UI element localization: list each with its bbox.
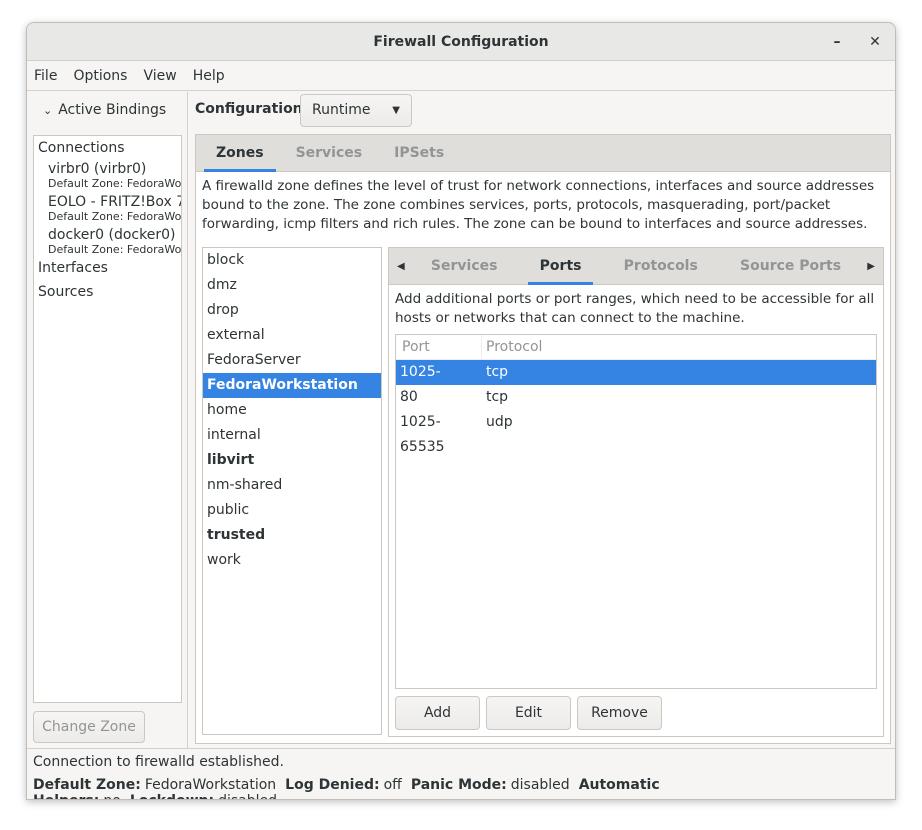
tab-zone-services[interactable]: Services	[415, 248, 514, 285]
tab-zone-protocols[interactable]: Protocols	[608, 248, 714, 285]
binding-item[interactable]: EOLO - FRITZ!Box 7590Default Zone: Fedor…	[34, 190, 181, 223]
tab-ipsets[interactable]: IPSets	[378, 135, 460, 172]
status-key: Log Denied:	[285, 777, 380, 793]
scroll-right-icon[interactable]: ▶	[867, 261, 883, 272]
table-row[interactable]: 1025-65535 udp	[396, 410, 876, 455]
title-bar: Firewall Configuration – ✕	[27, 23, 895, 61]
main-notebook: Zones Services IPSets A firewalld zone d…	[195, 134, 891, 744]
menu-options[interactable]: Options	[73, 68, 127, 84]
status-value: disabled	[510, 777, 570, 793]
zone-item[interactable]: drop	[203, 298, 381, 323]
status-value: no	[103, 793, 120, 799]
status-value: FedoraWorkstation	[144, 777, 277, 793]
tab-zone-source-ports[interactable]: Source Ports	[724, 248, 857, 285]
menu-help[interactable]: Help	[193, 68, 225, 84]
add-button[interactable]: Add	[395, 696, 480, 730]
zone-item[interactable]: public	[203, 498, 381, 523]
status-key: Default Zone:	[33, 777, 141, 793]
minimize-button[interactable]: –	[825, 23, 849, 61]
status-value: off	[383, 777, 402, 793]
zone-item[interactable]: FedoraWorkstation	[203, 373, 381, 398]
bindings-connections[interactable]: Connections	[34, 136, 181, 161]
zone-item[interactable]: internal	[203, 423, 381, 448]
table-header: Port Protocol	[396, 335, 876, 360]
zone-list[interactable]: block dmz drop external FedoraServer FedoraWo…	[202, 247, 382, 735]
zone-item[interactable]: home	[203, 398, 381, 423]
window-title: Firewall Configuration	[373, 34, 549, 50]
status-message: Connection to firewalld established.	[33, 754, 284, 770]
zone-item[interactable]: FedoraServer	[203, 348, 381, 373]
configuration-dropdown[interactable]: Runtime ▼	[300, 94, 412, 127]
zone-item[interactable]: trusted	[203, 523, 381, 548]
zone-settings-notebook: ◀ Services Ports Protocols Source Ports …	[388, 247, 884, 737]
binding-item[interactable]: virbr0 (virbr0)Default Zone: FedoraWorks…	[34, 161, 181, 190]
bindings-interfaces[interactable]: Interfaces	[34, 256, 181, 281]
table-row[interactable]: 80 tcp	[396, 385, 876, 410]
menu-bar: File Options View Help	[27, 61, 895, 91]
remove-button[interactable]: Remove	[577, 696, 662, 730]
zone-item[interactable]: work	[203, 548, 381, 573]
port-cell: 1025-65535	[400, 414, 445, 455]
change-zone-button[interactable]: Change Zone	[33, 711, 145, 743]
zone-item[interactable]: block	[203, 248, 381, 273]
zone-description: A firewalld zone defines the level of tr…	[202, 178, 875, 232]
column-protocol[interactable]: Protocol	[482, 335, 542, 359]
sidebar: ⌄ Active Bindings Connections virbr0 (vir…	[27, 92, 188, 748]
status-value: disabled	[218, 793, 277, 799]
port-cell: 80	[400, 389, 418, 405]
menu-file[interactable]: File	[34, 68, 57, 84]
zone-item[interactable]: nm-shared	[203, 473, 381, 498]
edit-button[interactable]: Edit	[486, 696, 571, 730]
ports-description: Add additional ports or port ranges, whi…	[395, 291, 875, 326]
status-key: Lockdown:	[130, 793, 214, 799]
zone-item[interactable]: external	[203, 323, 381, 348]
chevron-down-icon: ⌄	[43, 104, 53, 117]
menu-view[interactable]: View	[143, 68, 176, 84]
caret-down-icon: ▼	[392, 105, 400, 116]
scroll-left-icon[interactable]: ◀	[389, 261, 405, 272]
zone-item[interactable]: dmz	[203, 273, 381, 298]
protocol-cell: udp	[486, 414, 513, 430]
active-bindings-toggle[interactable]: ⌄ Active Bindings	[43, 102, 166, 118]
tab-zone-ports[interactable]: Ports	[524, 248, 598, 285]
protocol-cell: tcp	[486, 389, 509, 405]
tab-zones[interactable]: Zones	[200, 135, 280, 172]
active-bindings-label: Active Bindings	[58, 102, 167, 118]
binding-item[interactable]: docker0 (docker0)Default Zone: FedoraWor…	[34, 223, 181, 256]
bindings-list[interactable]: Connections virbr0 (virbr0) Default Zone:…	[33, 135, 182, 703]
port-cell: 1025-65535	[400, 364, 445, 405]
zone-item[interactable]: libvirt	[203, 448, 381, 473]
status-fields: Default Zone: FedoraWorkstation Log Denied…	[27, 770, 895, 799]
protocol-cell: tcp	[486, 364, 509, 380]
column-port[interactable]: Port	[396, 335, 482, 359]
configuration-value: Runtime	[312, 102, 371, 118]
status-bar: Connection to firewalld established. Def…	[27, 748, 895, 799]
firewall-window: Firewall Configuration – ✕ File Options …	[26, 22, 896, 800]
ports-table[interactable]: Port Protocol 1025-65535 tcp 80 tcp 1025-655…	[395, 334, 877, 689]
table-row[interactable]: 1025-65535 tcp	[396, 360, 876, 405]
tab-services[interactable]: Services	[280, 135, 379, 172]
close-button[interactable]: ✕	[863, 23, 887, 61]
bindings-sources[interactable]: Sources	[34, 281, 181, 300]
status-key: Panic Mode:	[410, 777, 507, 793]
configuration-label: Configuration:	[195, 101, 309, 117]
